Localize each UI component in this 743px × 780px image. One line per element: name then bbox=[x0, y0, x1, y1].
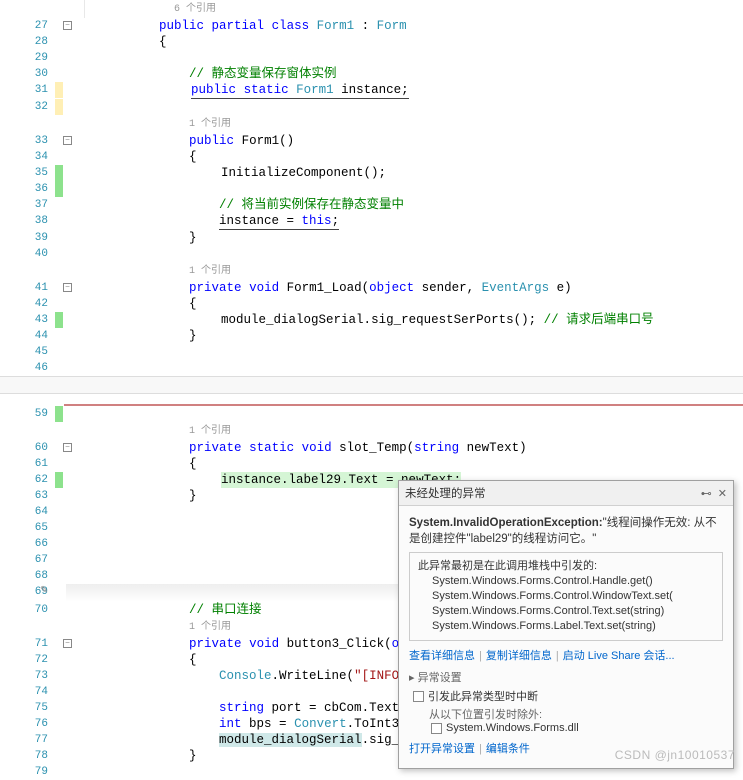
line-number: 27 bbox=[16, 18, 54, 34]
open-settings-link[interactable]: 打开异常设置 bbox=[409, 743, 475, 755]
fold-toggle[interactable]: − bbox=[63, 21, 72, 30]
split-bar[interactable] bbox=[0, 376, 743, 394]
close-icon[interactable]: ✕ bbox=[718, 487, 727, 500]
fold-toggle[interactable]: − bbox=[63, 283, 72, 292]
popup-header[interactable]: 未经处理的异常 ⊷ ✕ bbox=[399, 481, 733, 506]
pin-icon[interactable]: ⊷ bbox=[701, 487, 712, 500]
popup-title: 未经处理的异常 bbox=[405, 485, 486, 501]
code-line[interactable]: public partial class Form1 : Form bbox=[80, 18, 743, 34]
codelens-ref[interactable]: 1 个引用 bbox=[189, 426, 231, 437]
edit-condition-link[interactable]: 编辑条件 bbox=[486, 743, 530, 755]
codelens-ref[interactable]: 1 个引用 bbox=[189, 266, 231, 277]
watermark: CSDN @jn10010537 bbox=[615, 748, 735, 762]
exclude-checkbox[interactable] bbox=[431, 723, 442, 734]
settings-heading[interactable]: ▸ 异常设置 bbox=[409, 669, 723, 685]
view-details-link[interactable]: 查看详细信息 bbox=[409, 650, 475, 662]
exception-popup: 未经处理的异常 ⊷ ✕ System.InvalidOperationExcep… bbox=[398, 480, 734, 769]
codelens-ref[interactable]: 1 个引用 bbox=[189, 119, 231, 130]
fold-toggle[interactable]: − bbox=[63, 443, 72, 452]
fold-toggle[interactable]: − bbox=[63, 639, 72, 648]
fold-toggle[interactable]: − bbox=[63, 136, 72, 145]
live-share-link[interactable]: 启动 Live Share 会话... bbox=[563, 650, 675, 662]
edit-icon: ✎ bbox=[40, 584, 48, 600]
stack-trace: 此异常最初是在此调用堆栈中引发的: System.Windows.Forms.C… bbox=[409, 552, 723, 641]
exception-message: System.InvalidOperationException:"线程间操作无… bbox=[409, 514, 723, 546]
codelens-ref[interactable]: 6 个引用 bbox=[174, 4, 216, 15]
copy-details-link[interactable]: 复制详细信息 bbox=[486, 650, 552, 662]
break-checkbox[interactable] bbox=[413, 691, 424, 702]
codelens-ref[interactable]: 1 个引用 bbox=[189, 622, 231, 633]
